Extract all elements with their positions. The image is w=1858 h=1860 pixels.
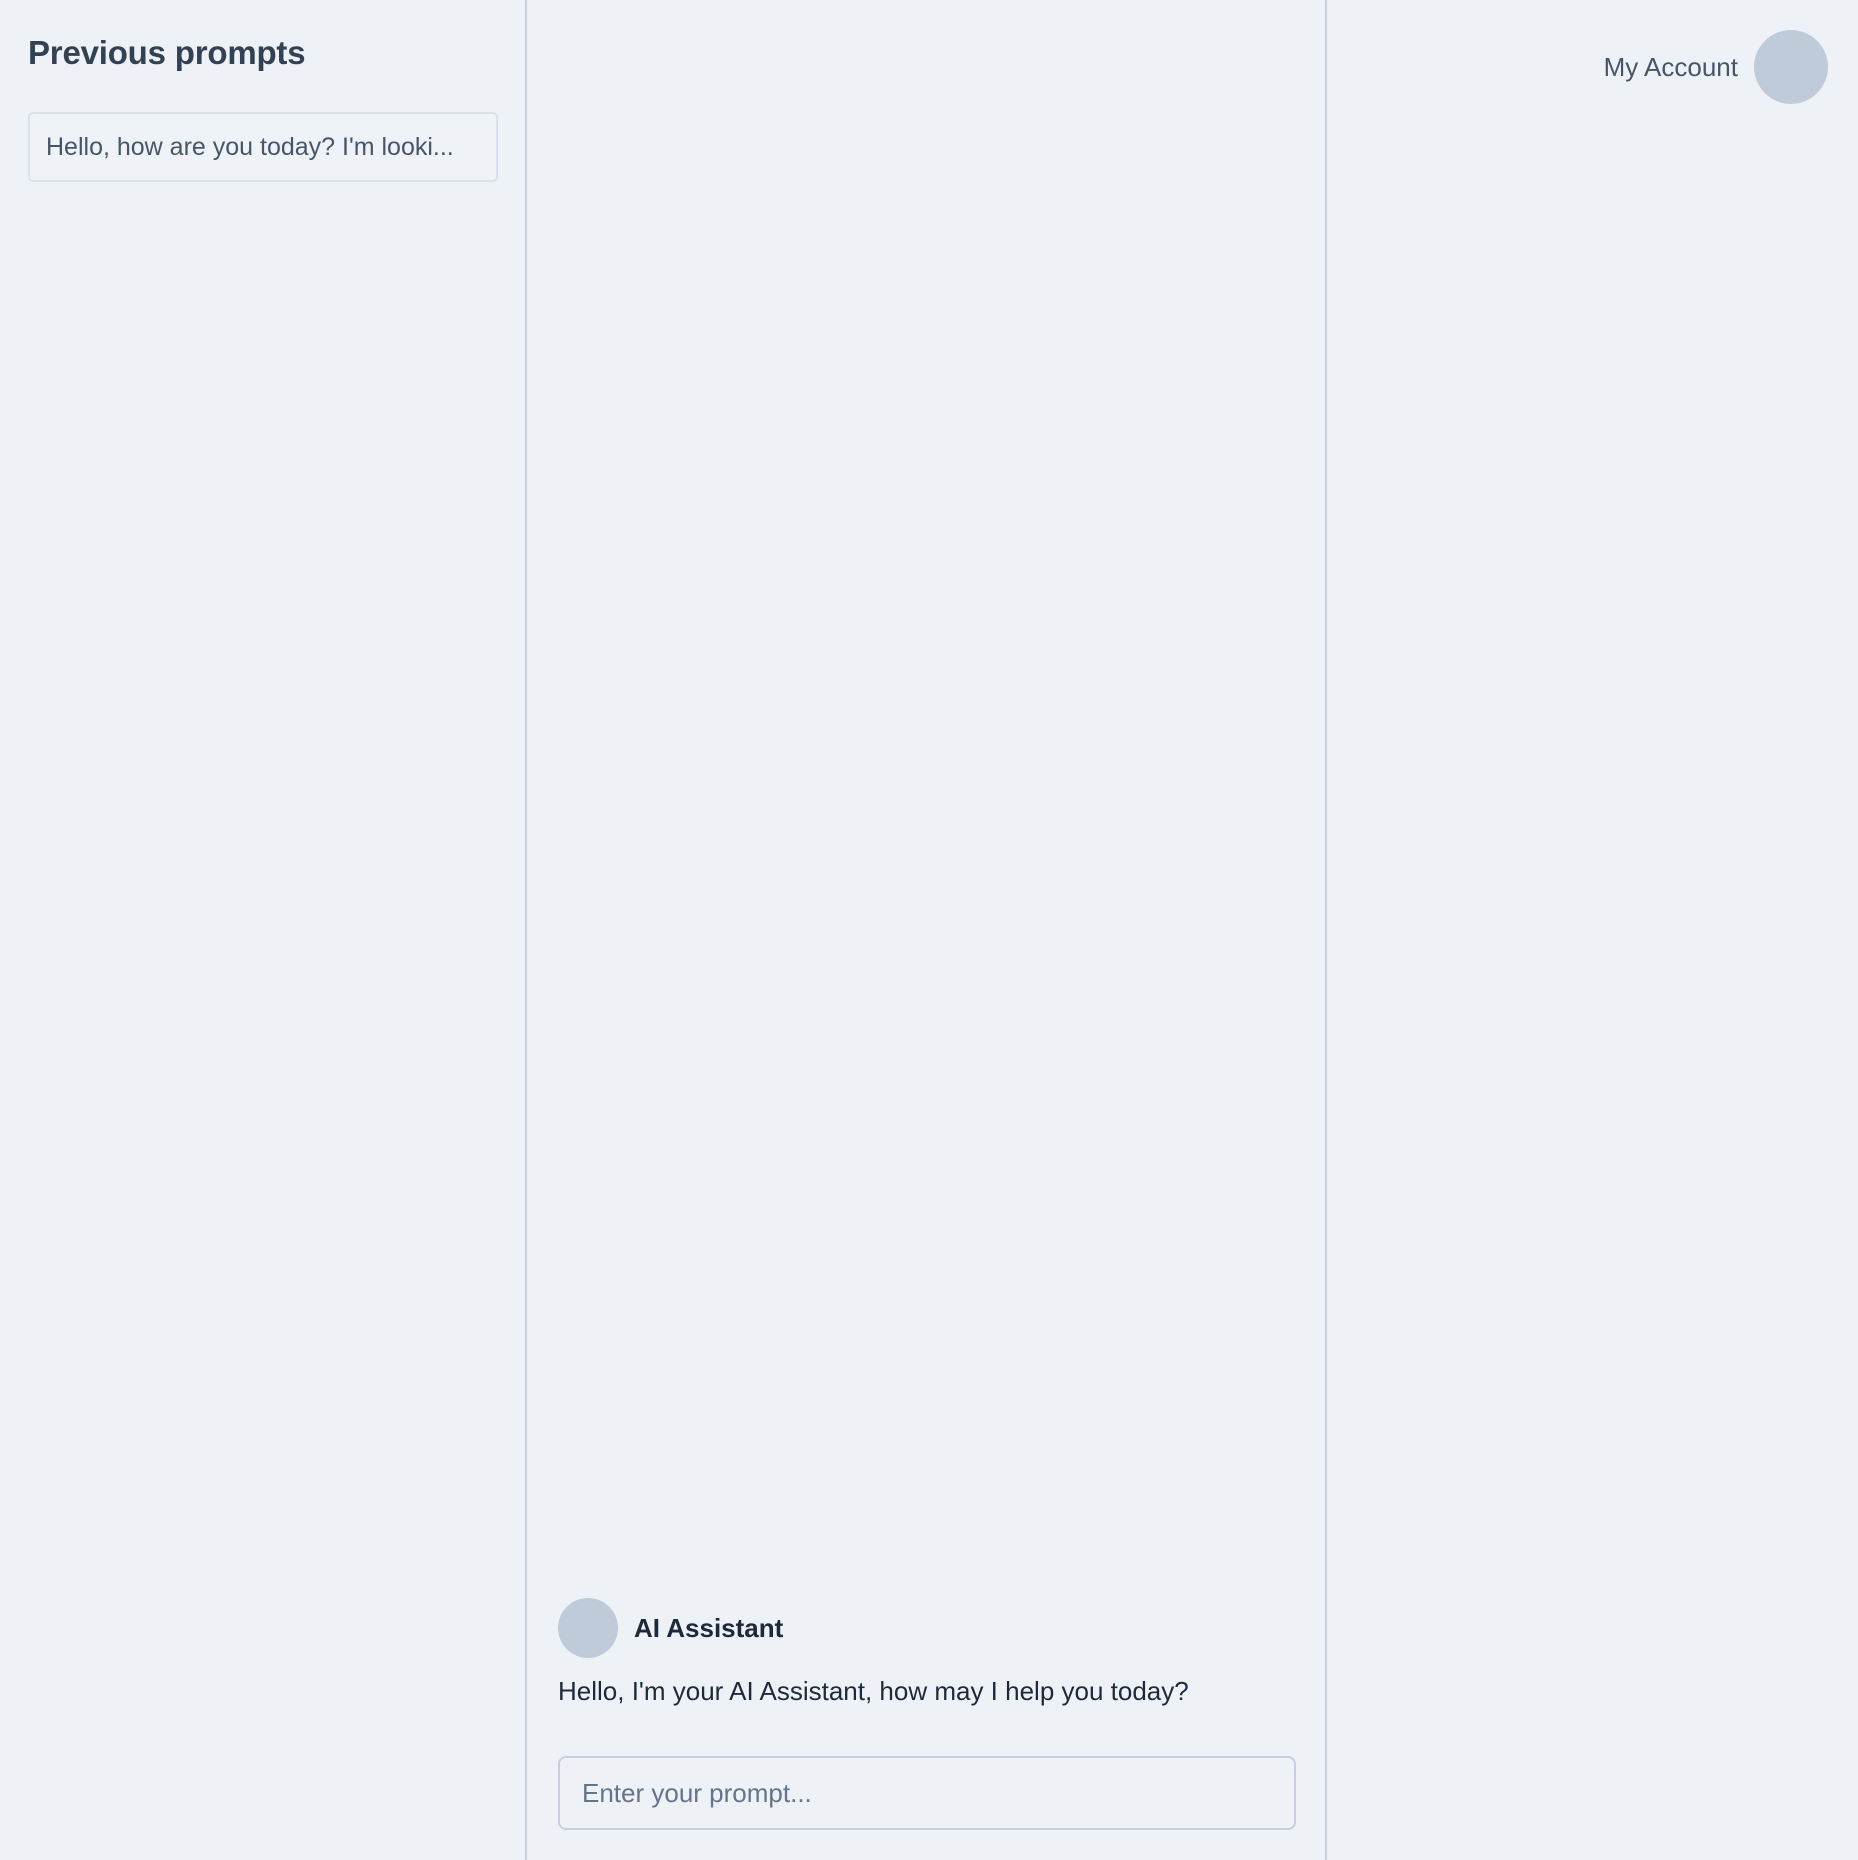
account-area: My Account: [1327, 0, 1858, 1860]
sidebar-title: Previous prompts: [28, 34, 306, 71]
assistant-message: Hello, I'm your AI Assistant, how may I …: [558, 1676, 1189, 1706]
assistant-name: AI Assistant: [634, 1613, 784, 1643]
account-avatar[interactable]: [1754, 30, 1828, 104]
assistant-avatar: [558, 1598, 618, 1658]
app-root: Previous prompts Hello, how are you toda…: [0, 0, 1858, 1860]
prompt-input[interactable]: [558, 1756, 1296, 1830]
previous-prompt-item[interactable]: Hello, how are you today? I'm looki...: [28, 112, 498, 182]
previous-prompts-sidebar: Previous prompts Hello, how are you toda…: [0, 0, 527, 1860]
my-account-link[interactable]: My Account: [1604, 52, 1738, 83]
chat-panel: AI Assistant Hello, I'm your AI Assistan…: [527, 0, 1327, 1860]
